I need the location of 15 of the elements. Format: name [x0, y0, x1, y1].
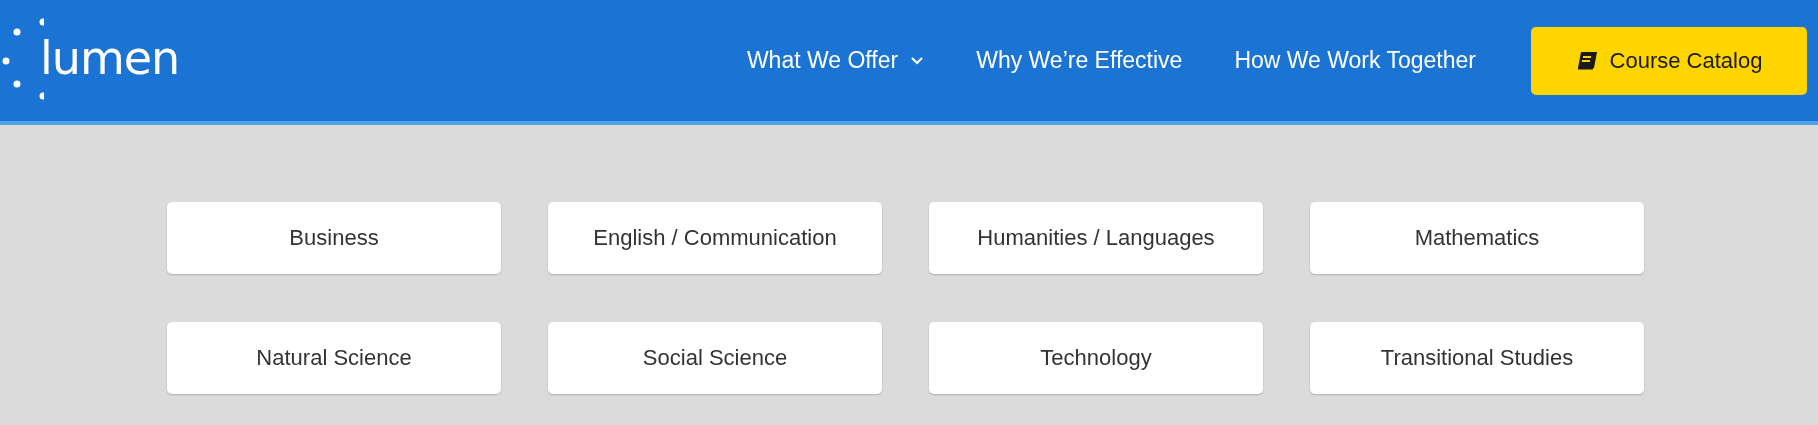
subject-card[interactable]: Transitional Studies	[1310, 322, 1644, 394]
chevron-down-icon	[910, 56, 925, 65]
subject-card[interactable]: English / Communication	[548, 202, 882, 274]
nav-link[interactable]: What We Offer	[746, 47, 925, 74]
subject-card[interactable]: Technology	[929, 322, 1263, 394]
subject-card[interactable]: Mathematics	[1310, 202, 1644, 274]
subject-card[interactable]: Business	[167, 202, 501, 274]
subject-card[interactable]: Social Science	[548, 322, 882, 394]
logo[interactable]: lumen	[40, 30, 180, 85]
subject-card[interactable]: Natural Science	[167, 322, 501, 394]
book-icon	[1575, 50, 1598, 71]
nav-link[interactable]: How We Work Together	[1234, 47, 1476, 74]
nav-link[interactable]: Why We’re Effective	[976, 47, 1183, 74]
subject-card[interactable]: Humanities / Languages	[929, 202, 1263, 274]
course-catalog-button[interactable]: Course Catalog	[1531, 26, 1807, 95]
